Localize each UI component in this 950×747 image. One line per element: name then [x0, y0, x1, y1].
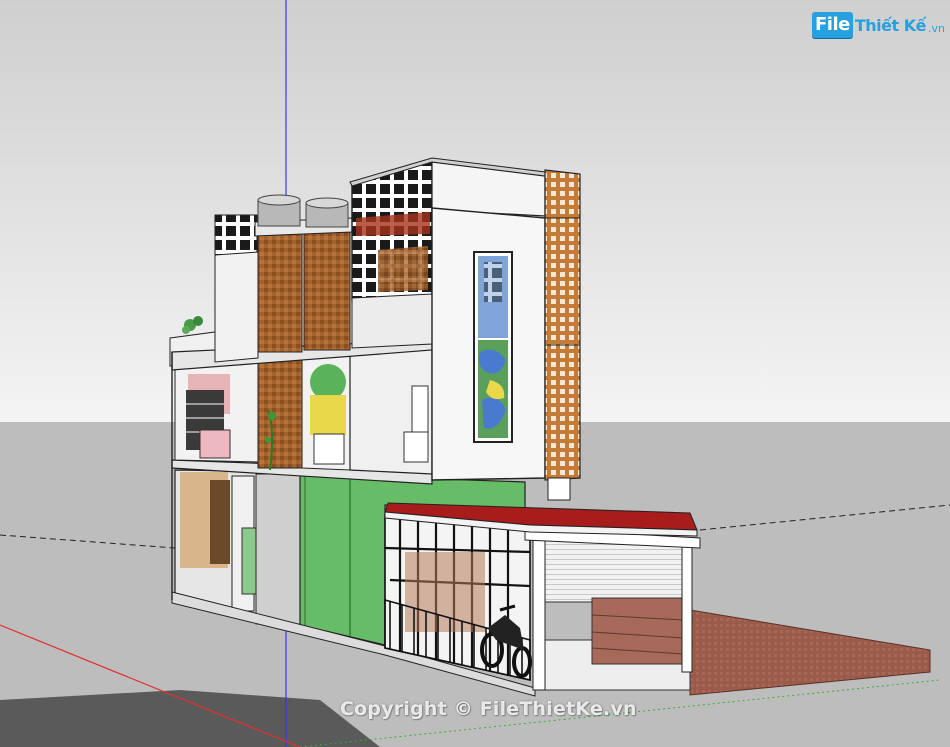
garage-frame-left — [532, 539, 546, 691]
water-tank-right — [305, 197, 349, 228]
logo-tld: .vn — [927, 21, 945, 35]
garage-inner-door — [591, 597, 685, 665]
grey-column — [255, 473, 301, 625]
sketchup-viewport[interactable]: File Thiết Kế .vn Copyright © FileThietK… — [0, 0, 950, 747]
white-chair — [403, 431, 429, 463]
garage-shutter — [544, 539, 686, 603]
water-tank-left — [257, 194, 301, 227]
tower-window-grid — [484, 262, 502, 302]
scene-canvas[interactable] — [0, 0, 950, 747]
tv-unit — [313, 433, 345, 465]
tower-base-column — [547, 477, 571, 501]
upper-wood-inset — [378, 246, 428, 292]
green-cabinet-small — [241, 527, 257, 595]
grid-screen-top-left — [214, 214, 258, 258]
site-logo[interactable]: File Thiết Kế .vn — [812, 10, 945, 40]
logo-file-mark: File — [812, 12, 853, 38]
green-mural-circle — [310, 364, 346, 400]
white-cabinet — [411, 385, 429, 433]
copyright-watermark: Copyright © FileThietKe.vn — [340, 698, 637, 720]
second-floor-left-wall — [214, 251, 259, 363]
pink-cabinet — [199, 429, 231, 459]
yellow-mural — [310, 395, 346, 435]
wood-screen-mid-2 — [303, 227, 351, 351]
upper-floor-wall — [351, 293, 433, 349]
wood-screen-mid-1 — [257, 231, 303, 353]
logo-brand-text: Thiết Kế — [854, 15, 927, 35]
side-lattice-panel — [544, 169, 581, 481]
wood-screen-left — [257, 359, 303, 469]
garage-frame-right — [681, 539, 693, 673]
ground-floor-room-left-dark — [210, 480, 230, 564]
